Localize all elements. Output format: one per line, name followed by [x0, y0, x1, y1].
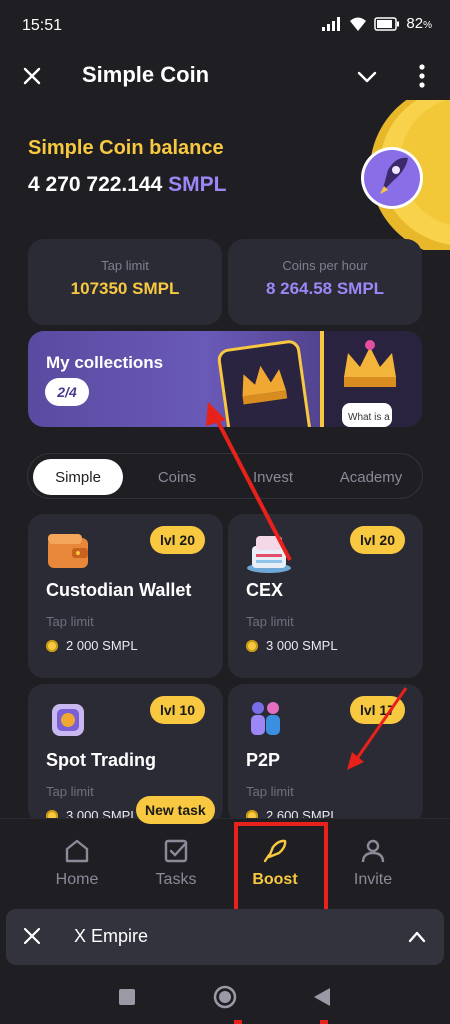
nav-invite[interactable]: Invite: [328, 837, 418, 889]
collapse-button[interactable]: [354, 64, 380, 90]
status-icons: 82%: [322, 15, 432, 32]
app-title: Simple Coin: [82, 62, 210, 87]
tap-limit-card: Tap limit 107350 SMPL: [28, 239, 222, 325]
mini-app-close-button[interactable]: [22, 926, 42, 951]
mini-app-title: X Empire: [74, 926, 149, 946]
collections-title: My collections: [46, 353, 164, 372]
home-icon: [65, 839, 89, 863]
tap-limit-label: Tap limit: [101, 258, 149, 273]
upgrade-card-p2p[interactable]: lvl 17 P2P Tap limit 2 600 SMPL: [228, 684, 423, 824]
card-tap-label: Tap limit: [46, 784, 94, 799]
card-title: Spot Trading: [46, 750, 156, 770]
level-badge: lvl 20: [149, 526, 205, 554]
card-title: Custodian Wallet: [46, 580, 192, 600]
coins-per-hour-label: Coins per hour: [282, 258, 368, 273]
card-title: P2P: [246, 750, 281, 770]
level-badge: lvl 10: [149, 696, 205, 724]
coin-icon: [46, 639, 58, 652]
balance-unit: SMPL: [168, 173, 227, 196]
category-tabs: Simple Coins Invest Academy: [27, 453, 423, 499]
nav-tasks-label: Tasks: [155, 871, 197, 888]
collection-card-caption: What is a: [348, 412, 390, 423]
user-icon: [361, 839, 385, 863]
mini-app-expand-button[interactable]: [406, 926, 428, 953]
balance-label: Simple Coin balance: [28, 137, 224, 159]
exchange-building-icon: [247, 536, 291, 573]
coin-illustration: [352, 100, 450, 250]
card-tap-label: Tap limit: [246, 784, 294, 799]
annotation-mark: [234, 1020, 242, 1024]
card-tap-label: Tap limit: [246, 614, 294, 629]
nav-tasks[interactable]: Tasks: [131, 837, 221, 889]
nav-home[interactable]: Home: [32, 837, 122, 889]
battery-percent: 82%: [406, 15, 432, 32]
collections-progress: 2/4: [45, 378, 89, 406]
signal-icon: [322, 16, 341, 31]
battery-value: 82: [406, 15, 424, 32]
upgrade-card-cex[interactable]: lvl 20 CEX Tap limit 3 000 SMPL: [228, 514, 423, 678]
balance-value: 4 270 722.144 SMPL: [28, 173, 226, 197]
coins-per-hour-card: Coins per hour 8 264.58 SMPL: [228, 239, 422, 325]
battery-icon: [374, 16, 400, 31]
coin-icon: [246, 639, 258, 652]
my-collections-banner[interactable]: My collections 2/4 What is a: [28, 331, 422, 427]
close-icon: [23, 67, 41, 85]
chevron-down-icon: [357, 71, 377, 83]
close-button[interactable]: [18, 62, 46, 90]
close-icon: [23, 927, 41, 945]
tasks-icon: [164, 839, 188, 863]
tab-simple[interactable]: Simple: [33, 459, 123, 495]
nav-home-label: Home: [55, 871, 99, 888]
status-time: 15:51: [22, 17, 63, 34]
card-cost-value: 3 000 SMPL: [266, 638, 338, 653]
system-navigation: [0, 970, 450, 1024]
wifi-icon: [350, 17, 367, 31]
annotation-mark: [320, 1020, 328, 1024]
card-cost-value: 2 000 SMPL: [66, 638, 138, 653]
status-bar: 15:51 82%: [0, 0, 450, 52]
tab-coins[interactable]: Coins: [132, 459, 222, 495]
card-tap-label: Tap limit: [46, 614, 94, 629]
chevron-up-icon: [408, 931, 426, 943]
recents-icon[interactable]: [118, 988, 136, 1006]
upgrade-card-custodian-wallet[interactable]: lvl 20 Custodian Wallet Tap limit 2 000 …: [28, 514, 223, 678]
people-icon: [251, 702, 280, 735]
more-vertical-icon: [419, 64, 425, 88]
nav-invite-label: Invite: [353, 871, 393, 888]
more-menu-button[interactable]: [410, 62, 434, 90]
mini-app-bar[interactable]: X Empire: [6, 909, 444, 965]
wallet-icon: [48, 534, 88, 568]
tap-limit-value: 107350 SMPL: [70, 279, 180, 298]
balance-amount: 4 270 722.144: [28, 173, 163, 196]
back-icon[interactable]: [312, 986, 332, 1008]
annotation-highlight-box: [234, 822, 328, 914]
level-badge: lvl 17: [349, 696, 405, 724]
coins-per-hour-value: 8 264.58 SMPL: [265, 279, 385, 298]
card-title: CEX: [246, 580, 284, 600]
tab-invest[interactable]: Invest: [228, 459, 318, 495]
tab-academy[interactable]: Academy: [324, 459, 418, 495]
card-cost: 3 000 SMPL: [246, 638, 338, 653]
card-cost: 2 000 SMPL: [46, 638, 138, 653]
new-task-badge: New task: [136, 796, 215, 824]
bottom-navigation: Home Tasks Boost Invite: [0, 818, 450, 900]
collection-cards-art: What is a: [217, 331, 422, 427]
trading-icon: [52, 704, 84, 736]
home-circle-icon[interactable]: [213, 985, 237, 1009]
level-badge: lvl 20: [349, 526, 405, 554]
